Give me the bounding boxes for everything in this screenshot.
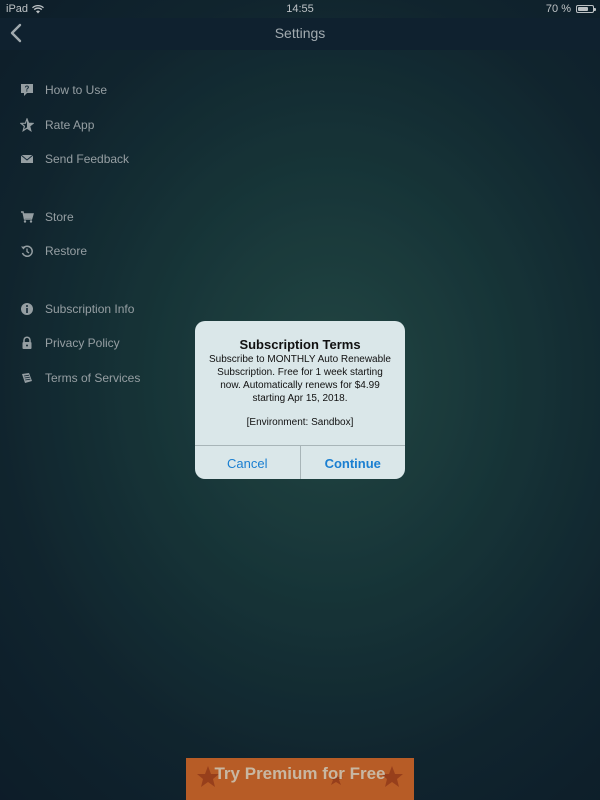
cancel-button[interactable]: Cancel (195, 446, 301, 479)
continue-button[interactable]: Continue (301, 446, 406, 479)
dialog-message: Subscribe to MONTHLY Auto Renewable Subs… (209, 354, 391, 404)
dialog-title: Subscription Terms (239, 337, 361, 352)
dialog-button-row: Cancel Continue (195, 445, 405, 479)
dialog-environment: [Environment: Sandbox] (246, 417, 354, 428)
subscription-terms-dialog: Subscription Terms Subscribe to MONTHLY … (195, 321, 405, 479)
